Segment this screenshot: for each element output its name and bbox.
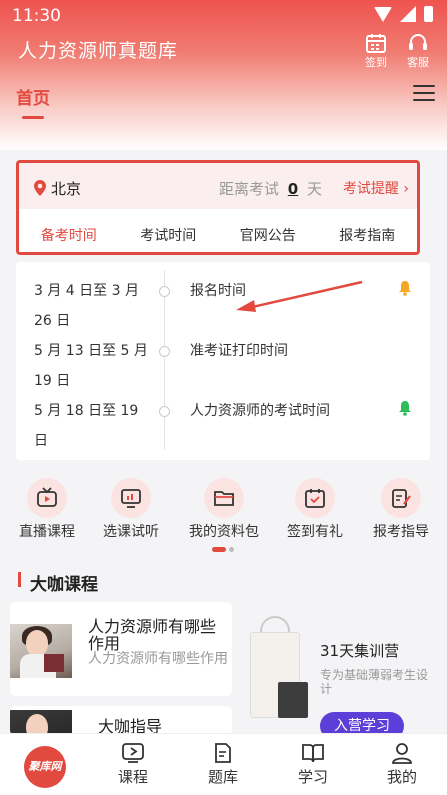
document-icon — [215, 743, 231, 763]
battery-icon — [424, 6, 433, 22]
wifi-icon — [374, 6, 392, 22]
menu-icon[interactable] — [413, 85, 435, 101]
timeline-date: 5 月 13 日至 5 月 19 日 — [34, 343, 148, 389]
timeline-dot — [159, 346, 170, 357]
course-card[interactable]: 大咖指导 — [10, 706, 232, 736]
signal-icon — [400, 6, 416, 22]
play-screen-icon — [122, 743, 144, 763]
quick-link-live[interactable]: 直播课程 — [2, 472, 92, 541]
nav-item-profile[interactable]: 我的 — [372, 742, 432, 787]
nav-label: 我的 — [386, 768, 417, 786]
subtab-prep-time[interactable]: 备考时间 — [19, 225, 119, 245]
quick-link-label: 我的资料包 — [189, 524, 259, 540]
tab-home[interactable]: 首页 — [16, 84, 50, 109]
user-icon — [392, 743, 412, 764]
chevron-right-icon: › — [403, 181, 409, 197]
timeline-event: 人力资源师的考试时间 — [190, 403, 330, 419]
timeline-event: 准考证打印时间 — [190, 343, 288, 359]
course-card[interactable]: 人力资源师有哪些作用 人力资源师有哪些作用 — [10, 602, 232, 696]
quick-links: 直播课程 选课试听 我的资料包 签到有礼 报考指导 — [0, 472, 447, 542]
bell-icon[interactable] — [398, 400, 412, 416]
app-title: 人力资源师真题库 — [18, 40, 179, 62]
status-bar: 11:30 — [0, 0, 447, 32]
timeline-date: 3 月 4 日至 3 月 26 日 — [34, 283, 139, 329]
nav-item-questions[interactable]: 题库 — [193, 742, 253, 787]
nav-label: 课程 — [117, 768, 148, 786]
nav-item-courses[interactable]: 课程 — [103, 742, 163, 787]
promo-subtitle: 专为基础薄弱考生设计 — [320, 668, 429, 696]
countdown-suffix: 天 — [307, 180, 323, 198]
tab-home-underline — [22, 116, 44, 119]
city-row: 北京 距离考试 0 天 考试提醒 › — [19, 163, 417, 209]
quick-link-label: 签到有礼 — [287, 524, 343, 540]
timeline-dot — [159, 406, 170, 417]
status-time: 11:30 — [12, 6, 61, 26]
annotation-arrow-icon — [236, 280, 363, 312]
subtab-official-notice[interactable]: 官网公告 — [218, 225, 318, 245]
customer-service-button[interactable]: 客服 — [396, 32, 440, 70]
quick-link-checkin-gift[interactable]: 签到有礼 — [270, 472, 360, 541]
tv-icon — [37, 487, 57, 507]
app-logo[interactable]: 聚库网 — [24, 746, 66, 788]
carousel-indicator — [212, 547, 234, 552]
reminder-label: 考试提醒 — [342, 181, 399, 197]
city-selector[interactable]: 北京 — [51, 178, 81, 199]
quick-link-trial[interactable]: 选课试听 — [86, 472, 176, 541]
exam-reminder-link[interactable]: 考试提醒 › — [343, 178, 409, 198]
nav-label: 题库 — [207, 768, 238, 786]
document-pen-icon — [392, 489, 411, 508]
location-pin-icon — [34, 180, 46, 196]
bottom-nav: 聚库网 课程 题库 学习 我的 — [0, 733, 447, 795]
countdown-days: 0 — [287, 180, 299, 198]
timeline-date: 5 月 18 日至 19 日 — [34, 403, 139, 449]
quick-link-label: 选课试听 — [103, 524, 159, 540]
exam-countdown: 距离考试 0 天 — [219, 178, 322, 199]
quick-link-label: 直播课程 — [19, 524, 75, 540]
countdown-prefix: 距离考试 — [219, 180, 280, 198]
folder-icon — [214, 491, 234, 506]
quick-link-guidance[interactable]: 报考指导 — [356, 472, 446, 541]
quick-link-label: 报考指导 — [373, 524, 429, 540]
nav-label: 学习 — [297, 768, 328, 786]
calendar-check-icon — [305, 489, 325, 508]
headset-icon — [409, 34, 427, 50]
checkin-button[interactable]: 签到 — [354, 32, 398, 70]
quick-link-materials[interactable]: 我的资料包 — [179, 472, 269, 541]
promo-title: 31天集训营 — [320, 642, 400, 660]
subtab-guide[interactable]: 报考指南 — [318, 225, 418, 245]
course-subtitle: 人力资源师有哪些作用 — [88, 651, 228, 667]
section-title: 大咖课程 — [30, 575, 98, 595]
exam-info-card: 北京 距离考试 0 天 考试提醒 › 备考时间 考试时间 官网公告 报考指南 — [16, 160, 420, 255]
service-label: 客服 — [407, 56, 429, 69]
open-book-icon — [302, 744, 324, 763]
timeline-line — [164, 270, 165, 450]
subtab-exam-time[interactable]: 考试时间 — [119, 225, 219, 245]
exam-subtabs: 备考时间 考试时间 官网公告 报考指南 — [19, 225, 417, 245]
bell-icon[interactable] — [398, 280, 412, 296]
checkin-label: 签到 — [365, 56, 387, 69]
course-title: 人力资源师有哪些作用 — [88, 617, 217, 653]
section-accent-bar — [18, 572, 21, 587]
promo-banner[interactable]: 31天集训营 专为基础薄弱考生设计 入营学习 — [240, 602, 440, 740]
timeline-dot — [159, 286, 170, 297]
photo-card-image — [278, 682, 308, 718]
nav-item-study[interactable]: 学习 — [283, 742, 343, 787]
calendar-icon — [366, 34, 386, 53]
monitor-chart-icon — [121, 489, 141, 508]
course-thumbnail — [10, 624, 72, 678]
